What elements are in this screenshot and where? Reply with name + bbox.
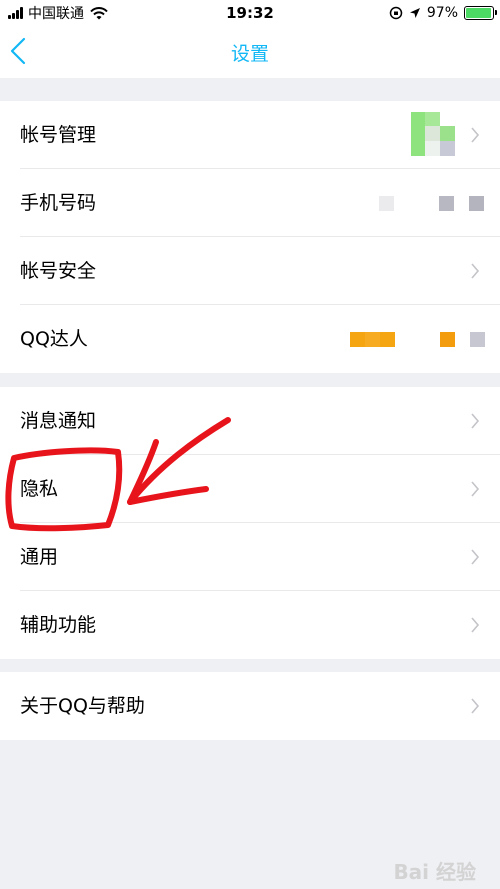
watermark: Bai 经验	[393, 860, 476, 884]
red-annotation-arrow-icon	[5, 417, 231, 532]
